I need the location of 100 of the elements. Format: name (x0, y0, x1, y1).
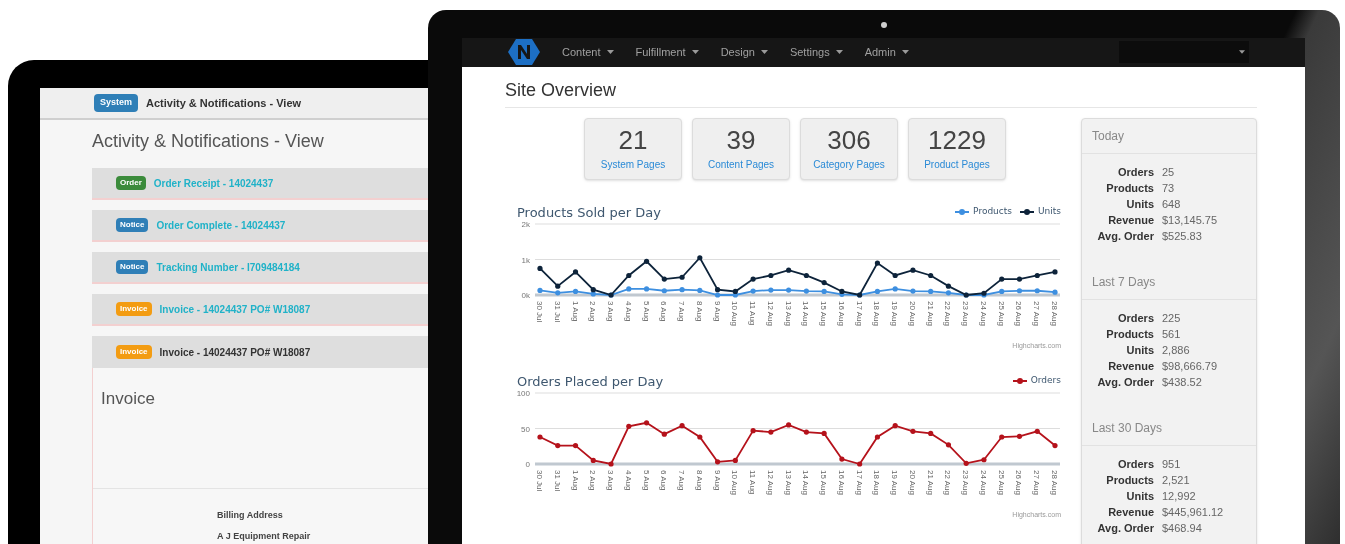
invoice-heading: Invoice (101, 388, 156, 410)
legend-label: Products (973, 205, 1012, 219)
x-tick-label: 3 Aug (606, 301, 616, 322)
logo-icon[interactable] (508, 38, 540, 67)
caret-icon (606, 50, 614, 55)
x-tick-label: 9 Aug (712, 470, 722, 491)
x-tick-label: 7 Aug (677, 301, 687, 322)
x-tick-label: 12 Aug (765, 301, 775, 326)
x-tick-label: 30 Jul (535, 470, 544, 492)
nav-menu[interactable]: Settings (789, 44, 843, 61)
x-tick-label: 19 Aug (890, 301, 900, 326)
stat-amount: $525.83 (1162, 229, 1203, 244)
caret-icon (760, 50, 768, 55)
x-tick-label: 2 Aug (588, 301, 598, 322)
category-badge: Order (116, 176, 146, 190)
stat-label: Products (1105, 181, 1154, 196)
x-tick-label: 24 Aug (978, 301, 988, 326)
x-tick-label: 21 Aug (925, 470, 935, 495)
x-tick-label: 28 Aug (1050, 301, 1059, 326)
notification-item[interactable]: Invoice Invoice - 14024437 PO# W18087 (92, 336, 428, 368)
x-tick-label: 6 Aug (659, 470, 669, 491)
caret-icon (1239, 50, 1245, 55)
stat-amount: 73 (1162, 181, 1176, 196)
x-tick-label: 31 Jul (552, 301, 562, 323)
notification-link[interactable]: Invoice - 14024437 PO# W18087 (159, 344, 311, 360)
stat-amount: 2,886 (1162, 343, 1191, 358)
x-tick-label: 15 Aug (819, 301, 829, 326)
x-tick-label: 17 Aug (854, 301, 864, 326)
y-tick-label: 2k (521, 220, 531, 229)
stat-value: 21 (618, 126, 648, 153)
x-tick-label: 25 Aug (996, 470, 1006, 495)
x-tick-label: 25 Aug (996, 301, 1006, 326)
x-tick-label: 27 Aug (1032, 470, 1042, 495)
stat-card[interactable]: 39 Content Pages (692, 118, 790, 180)
chart-title: Products Sold per Day (517, 205, 661, 219)
caret-icon (835, 50, 843, 55)
x-tick-label: 20 Aug (907, 470, 917, 495)
notification-item[interactable]: Notice Order Complete - 14024437 (92, 210, 428, 242)
x-tick-label: 17 Aug (854, 470, 864, 495)
x-tick-label: 7 Aug (677, 470, 687, 491)
stat-amount: 2,521 (1162, 473, 1191, 488)
stat-card[interactable]: 1229 Product Pages (908, 118, 1006, 180)
stat-card[interactable]: 306 Category Pages (800, 118, 898, 180)
nav-menu[interactable]: Design (720, 44, 768, 61)
stat-label: Units (1125, 197, 1154, 212)
legend-item[interactable]: Units (1020, 205, 1061, 219)
x-tick-label: 27 Aug (1032, 301, 1042, 326)
x-tick-label: 5 Aug (641, 470, 651, 491)
nav-menu[interactable]: Admin (864, 44, 909, 61)
stat-amount: $468.94 (1162, 521, 1203, 536)
x-tick-label: 26 Aug (1014, 470, 1024, 495)
stat-label: Avg. Order (1096, 375, 1154, 390)
x-tick-label: 8 Aug (694, 301, 704, 322)
camera-icon (881, 22, 887, 28)
x-tick-label: 22 Aug (943, 301, 953, 326)
x-tick-label: 22 Aug (943, 470, 953, 495)
x-tick-label: 15 Aug (819, 470, 829, 495)
x-tick-label: 16 Aug (836, 470, 846, 495)
x-tick-label: 13 Aug (783, 470, 793, 495)
nav-menu[interactable]: Content (562, 44, 614, 61)
stat-amount: 225 (1162, 311, 1182, 326)
nav-menu[interactable]: Fulfillment (635, 44, 699, 61)
legend-item[interactable]: Products (955, 205, 1012, 219)
x-tick-label: 4 Aug (623, 470, 633, 491)
x-tick-label: 14 Aug (801, 470, 811, 495)
stat-amount: 25 (1162, 165, 1176, 180)
stat-amount: $445,961.12 (1162, 505, 1225, 520)
x-tick-label: 21 Aug (925, 301, 935, 326)
stat-label: Orders (1116, 311, 1154, 326)
x-tick-label: 24 Aug (978, 470, 988, 495)
x-tick-label: 5 Aug (641, 301, 651, 322)
chart-title: Orders Placed per Day (517, 374, 664, 388)
x-tick-label: 4 Aug (623, 301, 633, 322)
system-badge: System (94, 94, 139, 112)
notification-item[interactable]: Order Order Receipt - 14024437 (92, 168, 428, 200)
x-tick-label: 28 Aug (1050, 470, 1059, 495)
stat-amount: 12,992 (1162, 489, 1197, 504)
x-tick-label: 3 Aug (606, 470, 616, 491)
legend-item[interactable]: Orders (1012, 374, 1061, 388)
y-tick-label: 0k (521, 291, 531, 300)
x-tick-label: 18 Aug (872, 301, 882, 326)
y-tick-label: 0 (525, 460, 531, 469)
stat-card[interactable]: 21 System Pages (584, 118, 682, 180)
x-tick-label: 12 Aug (765, 470, 775, 495)
stat-label: Units (1125, 343, 1154, 358)
stat-amount: 561 (1162, 327, 1182, 342)
x-tick-label: 26 Aug (1014, 301, 1024, 326)
header-title: Activity & Notifications - View (146, 95, 302, 111)
stat-label: Revenue (1107, 359, 1154, 374)
stat-value: 1229 (928, 126, 986, 153)
y-tick-label: 100 (516, 389, 531, 398)
x-tick-label: 16 Aug (836, 301, 846, 326)
y-tick-label: 1k (521, 255, 531, 265)
stat-amount: $438.52 (1162, 375, 1203, 390)
notification-item[interactable]: Notice Tracking Number - I709484184 (92, 252, 428, 284)
stat-label: Orders (1116, 165, 1154, 180)
x-tick-label: 14 Aug (801, 301, 811, 326)
line-series (539, 421, 1056, 465)
stat-label: Products (1105, 473, 1154, 488)
x-tick-label: 20 Aug (907, 301, 917, 326)
